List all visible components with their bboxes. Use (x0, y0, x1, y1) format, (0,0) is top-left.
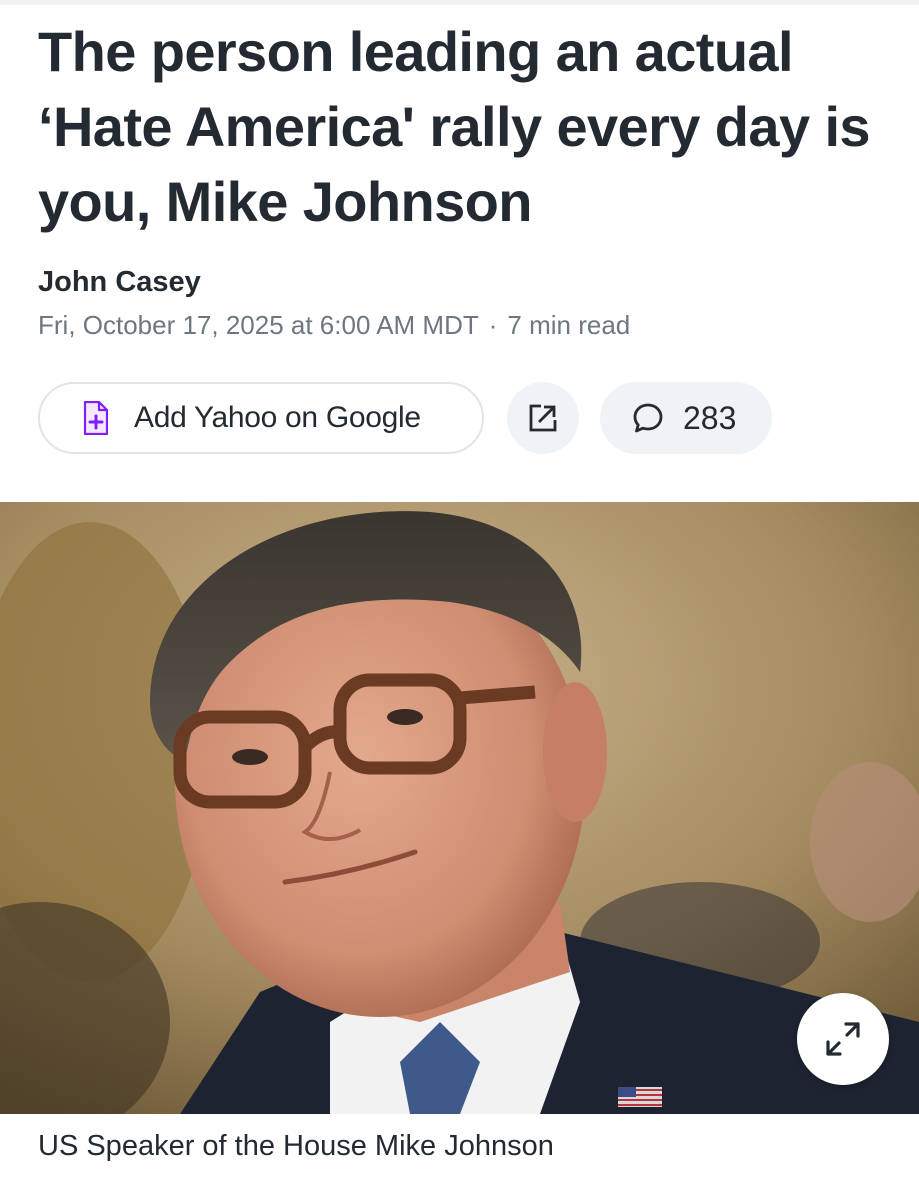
article-photo[interactable] (0, 502, 919, 1114)
author-name[interactable]: John Casey (38, 266, 201, 299)
top-divider (0, 0, 919, 5)
image-caption: US Speaker of the House Mike Johnson (38, 1130, 554, 1162)
publish-date: Fri, October 17, 2025 at 6:00 AM MDT (38, 310, 479, 340)
speaker-portrait-image (0, 502, 919, 1114)
article-headline: The person leading an actual ‘Hate Ameri… (38, 20, 871, 233)
share-button[interactable] (507, 382, 579, 454)
share-icon (529, 404, 557, 432)
add-document-icon (83, 401, 108, 435)
article-meta: Fri, October 17, 2025 at 6:00 AM MDT · 7 m… (38, 310, 630, 341)
meta-separator: · (488, 310, 498, 340)
expand-icon (826, 1022, 860, 1056)
add-yahoo-label: Add Yahoo on Google (134, 401, 421, 434)
add-yahoo-on-google-button[interactable]: Add Yahoo on Google (38, 382, 484, 454)
comment-count: 283 (683, 399, 737, 436)
read-time: 7 min read (507, 310, 631, 340)
expand-image-button[interactable] (797, 993, 889, 1085)
comments-button[interactable]: 283 (600, 382, 772, 454)
comment-icon (633, 403, 663, 433)
